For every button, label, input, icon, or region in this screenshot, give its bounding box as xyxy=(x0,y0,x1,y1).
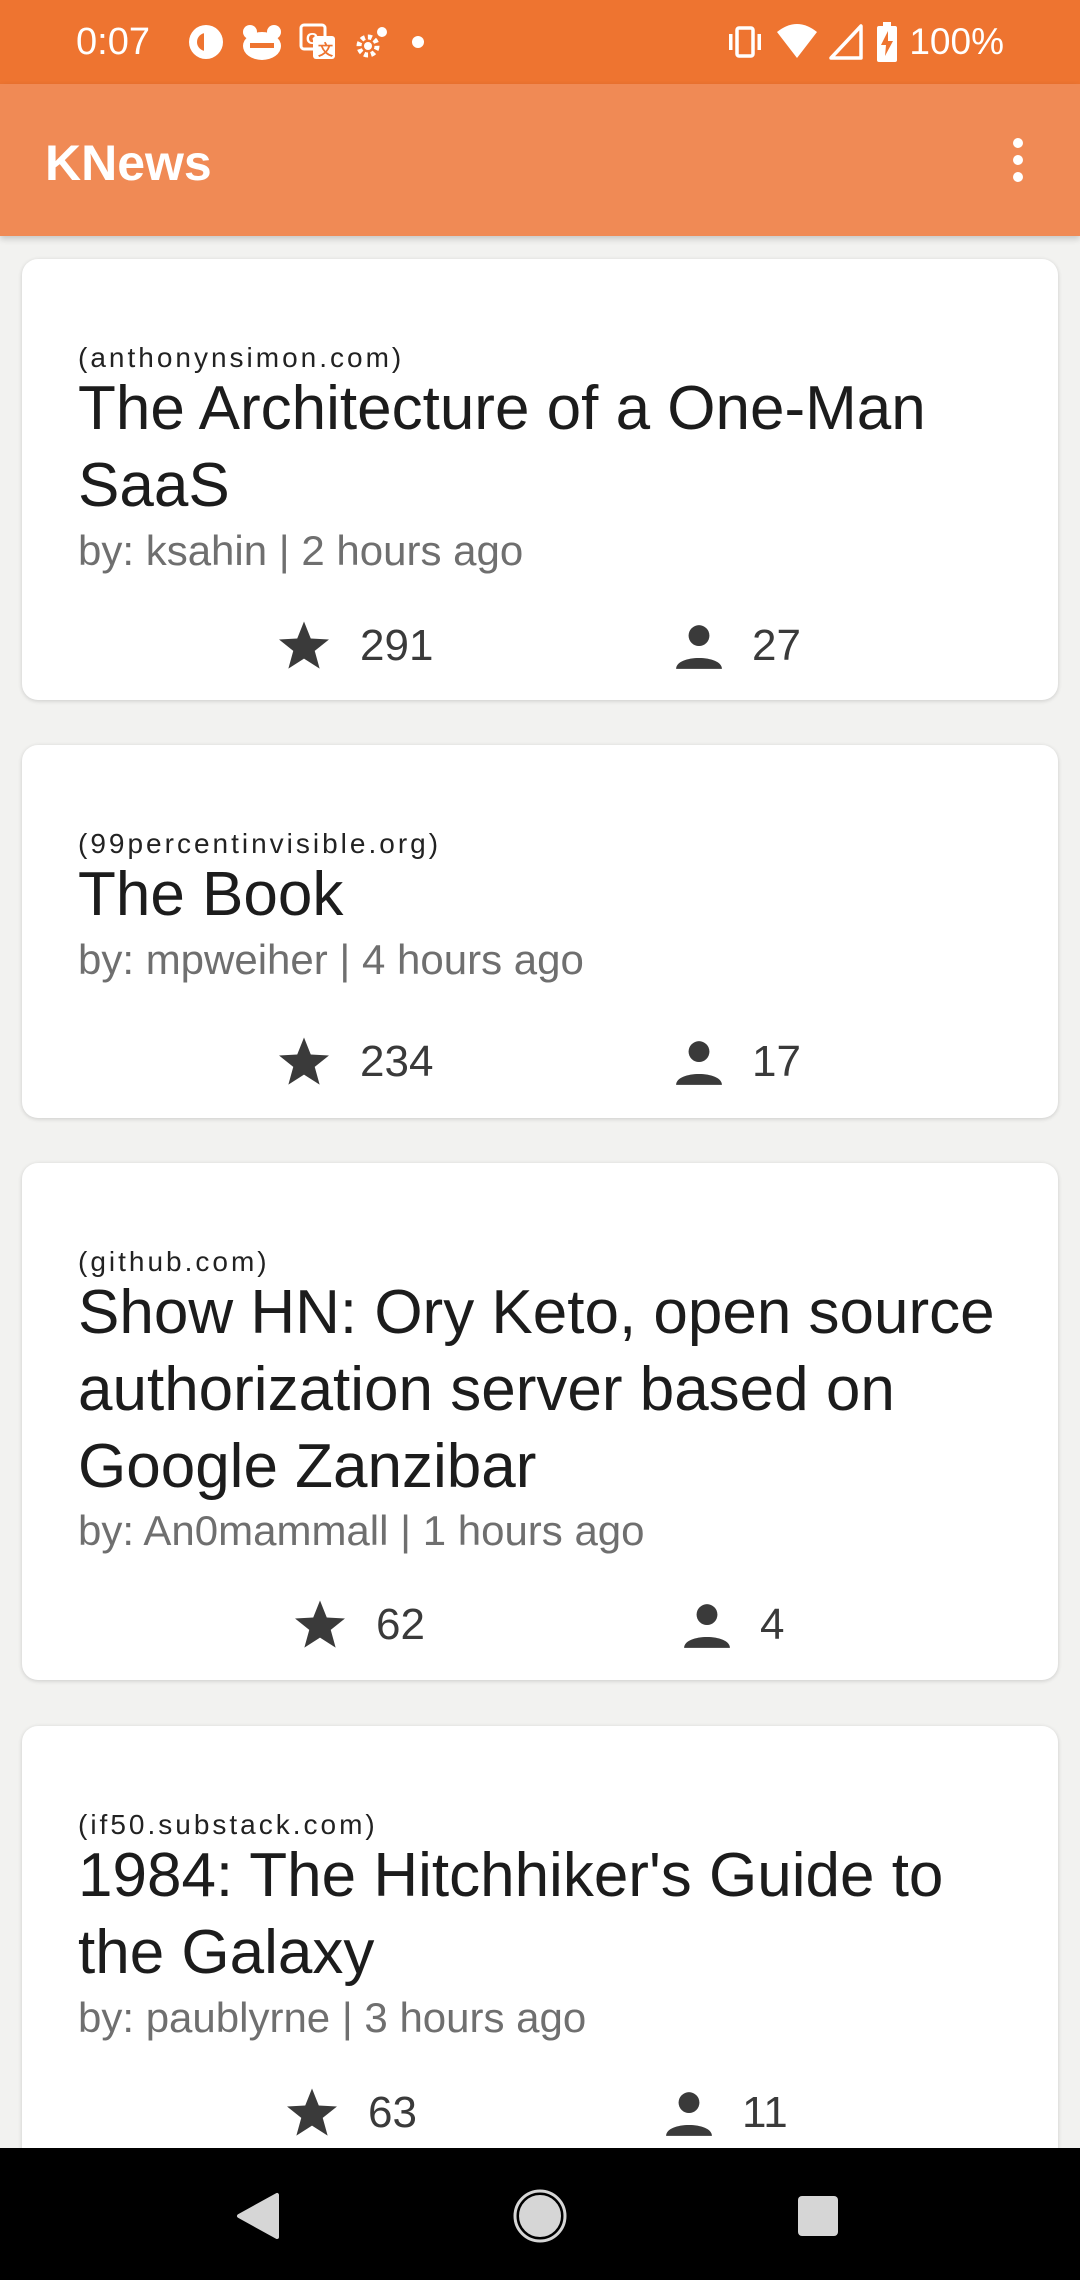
app-title: KNews xyxy=(45,135,212,191)
person-icon xyxy=(684,1604,730,1648)
person-icon xyxy=(676,625,722,669)
points-count: 291 xyxy=(360,621,434,670)
star-icon xyxy=(279,621,329,669)
star-icon xyxy=(287,2088,337,2136)
navigation-bar xyxy=(0,2148,1080,2280)
home-button[interactable] xyxy=(510,2186,570,2246)
story-title: Show HN: Ory Keto, open source authoriza… xyxy=(78,1278,995,1501)
story-card[interactable]: (99percentinvisible.org) The Book by: mp… xyxy=(22,745,1058,1118)
more-vert-icon xyxy=(1013,138,1023,182)
recents-button[interactable] xyxy=(788,2186,848,2246)
story-title: The Architecture of a One-Man SaaS xyxy=(78,374,926,520)
points-count: 234 xyxy=(360,1037,434,1086)
dot-icon xyxy=(406,22,430,62)
pocket-casts-icon xyxy=(186,22,226,62)
comments-count: 4 xyxy=(760,1600,785,1649)
points-count: 62 xyxy=(376,1600,425,1649)
app-notification-icon xyxy=(240,22,284,62)
star-icon xyxy=(279,1037,329,1085)
story-title: The Book xyxy=(78,860,344,929)
comments-stat: 27 xyxy=(674,616,801,676)
svg-text:文: 文 xyxy=(318,41,334,59)
svg-text:G: G xyxy=(306,31,318,48)
points-stat: 234 xyxy=(276,1032,433,1092)
overflow-menu-button[interactable] xyxy=(986,128,1050,192)
story-meta: by: paublyrne | 3 hours ago xyxy=(78,1994,587,2041)
story-meta: by: mpweiher | 4 hours ago xyxy=(78,936,584,983)
star-icon xyxy=(295,1600,345,1648)
story-meta: by: ksahin | 2 hours ago xyxy=(78,527,524,574)
person-icon xyxy=(676,1041,722,1085)
settings-icon xyxy=(352,22,392,62)
system-icons: 100% xyxy=(725,18,1004,66)
battery-charging-icon xyxy=(875,21,899,63)
signal-icon xyxy=(829,22,865,62)
wifi-icon xyxy=(775,22,819,62)
points-stat: 62 xyxy=(292,1595,425,1655)
points-stat: 291 xyxy=(276,616,433,676)
status-bar: 0:07 G文 100% xyxy=(0,0,1080,84)
vibrate-icon xyxy=(725,22,765,62)
back-icon xyxy=(237,2193,279,2239)
comments-count: 11 xyxy=(742,2088,788,2137)
translate-icon: G文 xyxy=(298,22,338,62)
story-title: 1984: The Hitchhiker's Guide to the Gala… xyxy=(78,1841,944,1987)
story-meta: by: An0mammall | 1 hours ago xyxy=(78,1507,645,1554)
status-time: 0:07 xyxy=(76,21,150,63)
recents-icon xyxy=(798,2196,838,2236)
comments-stat: 11 xyxy=(664,2083,788,2143)
comments-stat: 17 xyxy=(674,1032,801,1092)
story-card[interactable]: (if50.substack.com) 1984: The Hitchhiker… xyxy=(22,1726,1058,2148)
story-card[interactable]: (github.com) Show HN: Ory Keto, open sou… xyxy=(22,1163,1058,1680)
back-button[interactable] xyxy=(228,2186,288,2246)
notification-icons: G文 xyxy=(186,18,430,66)
story-card[interactable]: (anthonynsimon.com) The Architecture of … xyxy=(22,259,1058,700)
comments-count: 27 xyxy=(752,621,801,670)
person-icon xyxy=(666,2092,712,2136)
comments-stat: 4 xyxy=(682,1595,784,1655)
points-stat: 63 xyxy=(284,2083,417,2143)
app-bar: KNews xyxy=(0,84,1080,236)
battery-percentage: 100% xyxy=(909,21,1004,62)
home-icon xyxy=(513,2189,567,2243)
story-list[interactable]: (anthonynsimon.com) The Architecture of … xyxy=(0,236,1080,2148)
points-count: 63 xyxy=(368,2088,417,2137)
comments-count: 17 xyxy=(752,1037,801,1086)
